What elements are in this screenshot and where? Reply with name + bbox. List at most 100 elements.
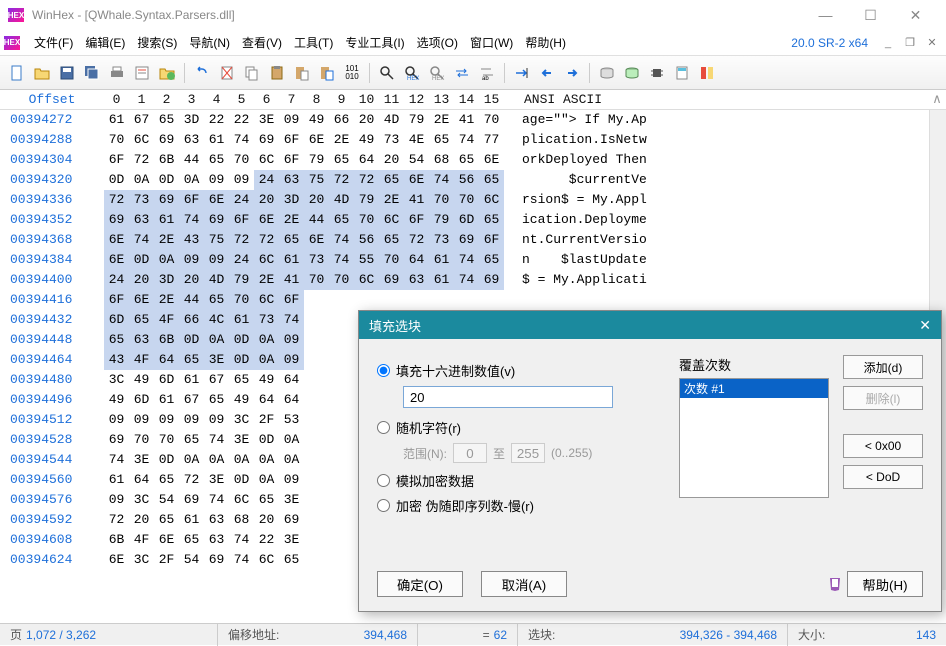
encrypt-radio[interactable] [377, 499, 390, 512]
byte-cell[interactable] [304, 530, 329, 550]
byte-cell[interactable]: 63 [204, 510, 229, 530]
byte-cell[interactable]: 63 [129, 210, 154, 230]
byte-cell[interactable]: 0A [254, 350, 279, 370]
hex-row[interactable]: 003943686E742E43757272656E7456657273696F… [0, 230, 946, 250]
random-radio[interactable] [377, 421, 390, 434]
byte-cell[interactable]: 41 [279, 270, 304, 290]
byte-cell[interactable]: 65 [279, 550, 304, 570]
byte-cell[interactable]: 0A [204, 330, 229, 350]
byte-cell[interactable]: 20 [129, 510, 154, 530]
byte-cell[interactable] [329, 550, 354, 570]
byte-cell[interactable]: 6E [479, 150, 504, 170]
byte-cell[interactable]: 6B [154, 150, 179, 170]
byte-cell[interactable]: 69 [104, 430, 129, 450]
ascii-cell[interactable]: nt.CurrentVersio [504, 230, 647, 250]
byte-cell[interactable]: 4F [129, 530, 154, 550]
hex-row[interactable]: 003943846E0D0A0909246C617374557064617465… [0, 250, 946, 270]
byte-cell[interactable]: 6F [229, 210, 254, 230]
byte-cell[interactable]: 64 [404, 250, 429, 270]
byte-cell[interactable]: 65 [154, 470, 179, 490]
byte-cell[interactable]: 61 [154, 390, 179, 410]
byte-cell[interactable]: 6F [104, 150, 129, 170]
byte-cell[interactable]: 65 [204, 150, 229, 170]
byte-cell[interactable]: 79 [229, 270, 254, 290]
byte-cell[interactable]: 65 [329, 210, 354, 230]
byte-cell[interactable]: 74 [104, 450, 129, 470]
byte-cell[interactable]: 70 [304, 270, 329, 290]
byte-cell[interactable]: 4F [129, 350, 154, 370]
byte-cell[interactable] [354, 290, 379, 310]
byte-cell[interactable]: 70 [379, 250, 404, 270]
byte-cell[interactable]: 20 [179, 270, 204, 290]
byte-cell[interactable]: 3C [129, 550, 154, 570]
byte-cell[interactable]: 6F [279, 290, 304, 310]
byte-cell[interactable]: 0D [254, 430, 279, 450]
byte-cell[interactable] [329, 470, 354, 490]
cancel-button[interactable]: 取消(A) [481, 571, 567, 597]
byte-cell[interactable] [329, 450, 354, 470]
byte-cell[interactable]: 20 [254, 190, 279, 210]
byte-cell[interactable]: 2E [254, 270, 279, 290]
byte-cell[interactable]: 3E [279, 490, 304, 510]
byte-cell[interactable]: 0A [254, 450, 279, 470]
byte-cell[interactable]: 64 [154, 350, 179, 370]
byte-cell[interactable]: 6E [104, 230, 129, 250]
hex-row[interactable]: 0039435269636174696F6E2E4465706C6F796D65… [0, 210, 946, 230]
byte-cell[interactable] [304, 330, 329, 350]
byte-cell[interactable]: 6E [154, 530, 179, 550]
byte-cell[interactable]: 73 [304, 250, 329, 270]
byte-cell[interactable]: 73 [254, 310, 279, 330]
byte-cell[interactable]: 72 [254, 230, 279, 250]
byte-cell[interactable]: 0A [254, 470, 279, 490]
byte-cell[interactable]: 3E [129, 450, 154, 470]
menu-item[interactable]: 编辑(E) [79, 31, 131, 54]
mdi-minimize-button[interactable]: _ [878, 34, 898, 52]
byte-cell[interactable]: 3C [129, 490, 154, 510]
byte-cell[interactable]: 2E [154, 230, 179, 250]
byte-cell[interactable]: 6F [279, 130, 304, 150]
byte-cell[interactable] [304, 410, 329, 430]
menu-item[interactable]: 搜索(S) [131, 31, 183, 54]
byte-cell[interactable]: 72 [179, 470, 204, 490]
ascii-cell[interactable]: plication.IsNetw [504, 130, 647, 150]
byte-cell[interactable]: 63 [129, 330, 154, 350]
byte-cell[interactable]: 49 [129, 370, 154, 390]
byte-cell[interactable] [329, 530, 354, 550]
byte-cell[interactable]: 74 [454, 130, 479, 150]
byte-cell[interactable] [429, 290, 454, 310]
byte-cell[interactable]: 79 [304, 150, 329, 170]
byte-cell[interactable]: 2F [254, 410, 279, 430]
calc-button[interactable] [671, 62, 693, 84]
open-folder-button[interactable] [156, 62, 178, 84]
byte-cell[interactable]: 74 [454, 270, 479, 290]
byte-cell[interactable]: 77 [479, 130, 504, 150]
forward-button[interactable] [561, 62, 583, 84]
byte-cell[interactable]: 72 [404, 230, 429, 250]
byte-cell[interactable]: 65 [279, 230, 304, 250]
byte-cell[interactable] [329, 350, 354, 370]
add-button[interactable]: 添加(d) [843, 355, 923, 379]
fill-hex-radio[interactable] [377, 364, 390, 377]
byte-cell[interactable]: 74 [129, 230, 154, 250]
byte-cell[interactable]: 0D [229, 470, 254, 490]
byte-cell[interactable]: 6D [454, 210, 479, 230]
paste-write-button[interactable] [316, 62, 338, 84]
byte-cell[interactable]: 72 [229, 230, 254, 250]
byte-cell[interactable]: 63 [204, 530, 229, 550]
byte-cell[interactable]: 72 [129, 150, 154, 170]
byte-cell[interactable] [304, 350, 329, 370]
byte-cell[interactable]: 4D [204, 270, 229, 290]
byte-cell[interactable]: 61 [179, 510, 204, 530]
byte-cell[interactable]: 54 [154, 490, 179, 510]
byte-cell[interactable]: 4D [379, 110, 404, 130]
byte-cell[interactable]: 0D [154, 450, 179, 470]
help-button[interactable]: 帮助(H) [847, 571, 923, 597]
byte-cell[interactable]: 74 [229, 530, 254, 550]
byte-cell[interactable]: 74 [329, 250, 354, 270]
properties-button[interactable] [131, 62, 153, 84]
byte-cell[interactable]: 65 [229, 370, 254, 390]
byte-cell[interactable] [329, 310, 354, 330]
byte-cell[interactable]: 09 [204, 250, 229, 270]
byte-cell[interactable]: 2E [279, 210, 304, 230]
byte-cell[interactable]: 74 [454, 250, 479, 270]
